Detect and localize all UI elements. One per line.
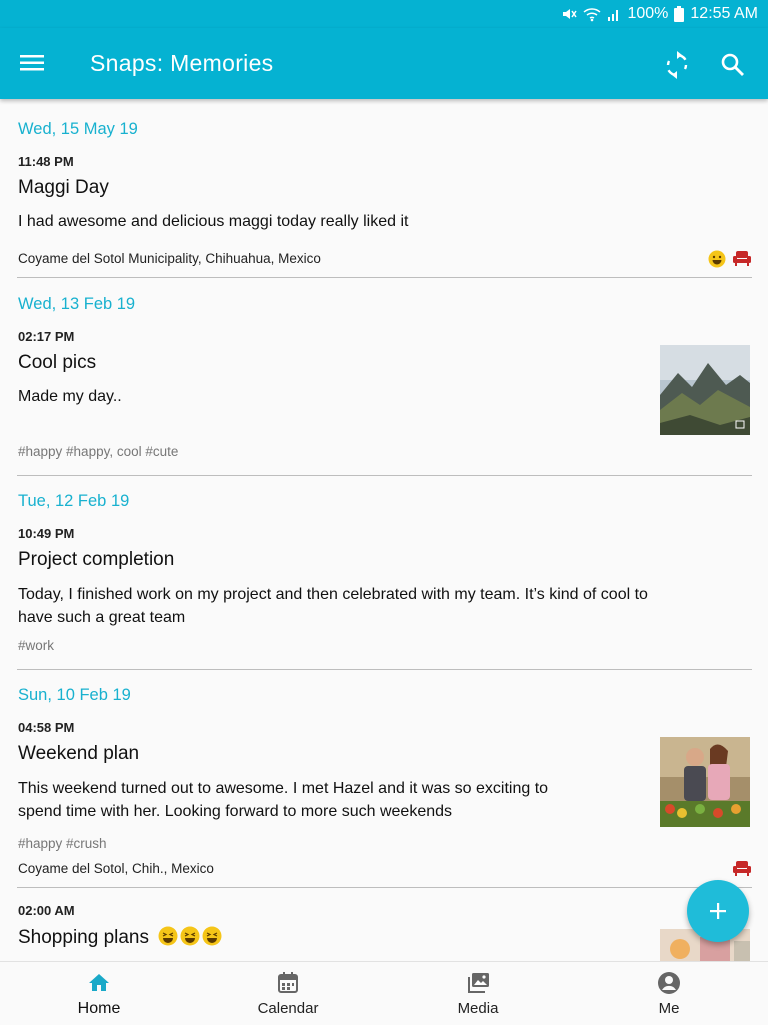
grinning-squint-emoji-icon — [202, 926, 222, 946]
battery-percent: 100% — [627, 5, 669, 22]
memory-entry[interactable]: Tue, 12 Feb 19 10:49 PM Project completi… — [0, 476, 768, 670]
entry-date: Wed, 13 Feb 19 — [18, 295, 136, 313]
grinning-squint-emoji-icon — [180, 926, 200, 946]
entry-body: I had awesome and delicious maggi today … — [18, 213, 409, 230]
page-title: Snaps: Memories — [90, 50, 274, 76]
entry-location: Coyame del Sotol, Chih., Mexico — [18, 861, 214, 876]
memory-entry[interactable]: Sun, 10 Feb 19 04:58 PM Weekend plan Thi… — [0, 670, 768, 889]
nav-label: Home — [77, 1000, 121, 1017]
account-icon — [658, 972, 680, 994]
entry-title: Shopping plans — [18, 926, 222, 949]
entry-tags: #happy #happy, cool #cute — [18, 444, 179, 459]
clock: 12:55 AM — [690, 5, 758, 22]
hamburger-menu-icon — [20, 55, 44, 71]
entry-title: Maggi Day — [18, 177, 109, 198]
bottom-navigation: Home Calendar Media Me — [0, 961, 768, 1024]
entry-title-text: Shopping plans — [18, 927, 149, 948]
entry-body-line: Today, I finished work on my project and… — [18, 586, 648, 603]
entry-body-line: have such a great team — [18, 609, 186, 626]
armchair-icon — [733, 251, 751, 266]
couple-market-thumbnail[interactable] — [660, 737, 750, 827]
battery-icon — [674, 6, 685, 22]
armchair-icon — [733, 861, 751, 876]
entry-body-line: spend time with her. Looking forward to … — [18, 803, 453, 820]
mountain-landscape-thumbnail[interactable] — [660, 345, 750, 435]
entry-time: 04:58 PM — [18, 720, 75, 735]
status-bar: 100% 12:55 AM — [0, 0, 768, 28]
nav-home[interactable]: Home — [4, 962, 194, 1025]
nav-label: Me — [658, 1000, 680, 1017]
entry-title: Cool pics — [18, 352, 97, 373]
entry-tags: #happy #crush — [18, 836, 107, 851]
app-bar: Snaps: Memories — [0, 28, 768, 99]
nav-label: Calendar — [257, 1000, 319, 1017]
memory-entry[interactable]: Wed, 15 May 19 11:48 PM Maggi Day I had … — [0, 99, 768, 278]
grin-emoji-icon — [708, 250, 726, 268]
signal-icon — [608, 10, 619, 21]
grinning-squint-emoji-icon — [158, 926, 178, 946]
entry-title: Weekend plan — [18, 743, 140, 764]
menu-button[interactable] — [20, 48, 60, 80]
entry-date: Tue, 12 Feb 19 — [18, 492, 130, 510]
entry-time: 02:17 PM — [18, 329, 75, 344]
entry-body-line: This weekend turned out to awesome. I me… — [18, 780, 549, 797]
nav-label: Media — [457, 1000, 499, 1017]
home-icon — [89, 974, 109, 991]
plus-icon — [710, 903, 726, 919]
search-button[interactable] — [716, 48, 750, 82]
nav-me[interactable]: Me — [574, 962, 764, 1025]
wifi-icon — [583, 8, 601, 22]
sync-icon — [666, 51, 688, 79]
entry-tags: #work — [18, 638, 55, 653]
media-icon — [468, 973, 489, 993]
calendar-icon — [278, 972, 298, 993]
sync-button[interactable] — [660, 48, 694, 82]
mute-icon — [563, 9, 578, 19]
entry-title: Project completion — [18, 549, 175, 570]
entry-date: Wed, 15 May 19 — [18, 120, 138, 138]
add-memory-button[interactable] — [687, 880, 749, 942]
entry-time: 11:48 PM — [18, 154, 74, 169]
memory-entry[interactable]: 02:00 AM Shopping plans — [0, 889, 768, 961]
nav-calendar[interactable]: Calendar — [193, 962, 383, 1025]
memory-entry[interactable]: Wed, 13 Feb 19 02:17 PM Cool pics Made m… — [0, 278, 768, 476]
entry-body: Made my day.. — [18, 388, 122, 405]
memories-list[interactable]: Wed, 15 May 19 11:48 PM Maggi Day I had … — [0, 99, 768, 961]
entry-date: Sun, 10 Feb 19 — [18, 686, 131, 704]
entry-location: Coyame del Sotol Municipality, Chihuahua… — [18, 251, 321, 266]
divider — [17, 887, 752, 888]
entry-time: 10:49 PM — [18, 526, 75, 541]
nav-media[interactable]: Media — [383, 962, 573, 1025]
entry-time: 02:00 AM — [18, 903, 75, 918]
search-icon — [721, 53, 744, 76]
